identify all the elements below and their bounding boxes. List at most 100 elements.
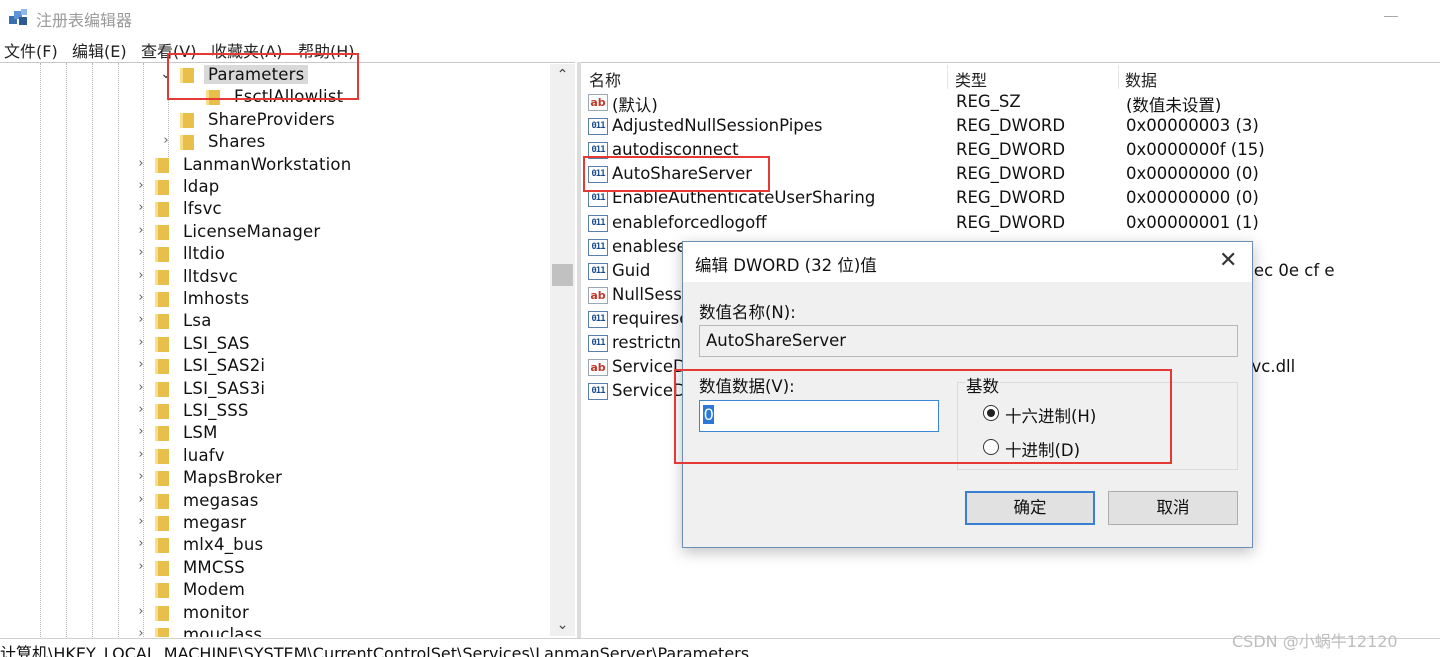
menu-edit[interactable]: 编辑(E) [72, 38, 127, 62]
scroll-down-icon[interactable]: ⌄ [550, 614, 575, 636]
tree-item[interactable]: › MMCSS [0, 558, 545, 580]
tree-item[interactable]: › mlx4_bus [0, 535, 545, 557]
tree-item-label: luafv [183, 445, 225, 465]
tree-item[interactable]: › lltdio [0, 244, 545, 266]
tree-item-label: MapsBroker [183, 468, 283, 488]
chevron-right-icon[interactable]: › [135, 290, 147, 305]
tree-item-label: megasas [183, 490, 259, 510]
value-name: requirese [612, 308, 690, 328]
tree-item[interactable]: › luafv [0, 446, 545, 468]
cancel-button[interactable]: 取消 [1108, 491, 1238, 525]
chevron-right-icon[interactable]: › [135, 514, 147, 529]
string-value-icon: ab [588, 286, 608, 304]
value-row[interactable]: 011 AdjustedNullSessionPipes REG_DWORD 0x00… [581, 116, 1440, 140]
status-bar: 计算机\HKEY_LOCAL_MACHINE\SYSTEM\CurrentCon… [0, 638, 1440, 657]
tree-item[interactable]: › LSI_SAS [0, 334, 545, 356]
tree-item[interactable]: › LSI_SAS2i [0, 356, 545, 378]
annotation-box-value-data [674, 369, 1172, 464]
tree-item[interactable]: › monitor [0, 603, 545, 625]
tree-item[interactable]: › megasr [0, 513, 545, 535]
chevron-right-icon[interactable]: › [135, 380, 147, 395]
folder-icon [155, 538, 169, 554]
tree-item-label: lmhosts [183, 289, 250, 308]
chevron-right-icon[interactable]: › [135, 223, 147, 238]
chevron-right-icon[interactable]: › [135, 178, 147, 193]
dialog-title: 编辑 DWORD (32 位)值 [695, 256, 877, 275]
tree-item[interactable]: › LSM [0, 423, 545, 445]
tree-item[interactable]: › MapsBroker [0, 468, 545, 490]
value-name: enableforcedlogoff [612, 212, 767, 232]
tree-item[interactable]: › mouclass [0, 625, 545, 637]
chevron-right-icon[interactable]: › [135, 357, 147, 372]
close-icon[interactable]: ✕ [1219, 248, 1237, 274]
column-header-name[interactable]: 名称 [589, 67, 621, 91]
value-row[interactable]: 011 enableforcedlogoff REG_DWORD 0x00000001… [581, 213, 1440, 237]
chevron-right-icon[interactable]: › [135, 492, 147, 507]
tree-item-label: mouclass [183, 625, 263, 637]
folder-icon [155, 292, 169, 307]
column-header-data[interactable]: 数据 [1125, 67, 1157, 91]
tree-scrollbar[interactable]: ⌃ ⌄ [550, 64, 575, 636]
chevron-right-icon[interactable]: › [135, 469, 147, 484]
value-row[interactable]: ab (默认) REG_SZ (数值未设置) [581, 92, 1440, 116]
tree-item[interactable]: › LSI_SAS3i [0, 379, 545, 401]
registry-tree[interactable]: ⌄ Parameters FsctlAllowlist ShareProviders ›… [0, 62, 575, 637]
value-name: Guid [612, 260, 651, 280]
tree-item[interactable]: ShareProviders [0, 110, 545, 132]
menu-file[interactable]: 文件(F) [4, 38, 58, 62]
scroll-thumb[interactable] [552, 264, 573, 286]
dialog-title-bar: 编辑 DWORD (32 位)值 ✕ [683, 242, 1252, 282]
tree-item[interactable]: › LanmanWorkstation [0, 155, 545, 177]
value-data: 0x00000003 (3) [1126, 116, 1259, 136]
value-type: REG_DWORD [956, 140, 1066, 160]
value-name: enablese [612, 236, 687, 256]
tree-item[interactable]: › lmhosts [0, 289, 545, 311]
binary-value-icon: 011 [588, 383, 608, 401]
chevron-right-icon[interactable]: › [135, 626, 147, 637]
tree-item[interactable]: › Lsa [0, 311, 545, 333]
folder-icon [155, 628, 169, 637]
tree-item[interactable]: › lfsvc [0, 199, 545, 221]
folder-icon [155, 336, 169, 352]
title-bar: 注册表编辑器 [0, 0, 1440, 36]
binary-value-icon: 011 [588, 262, 608, 280]
chevron-right-icon[interactable]: › [135, 312, 147, 327]
minimize-button[interactable] [1384, 16, 1398, 17]
tree-item[interactable]: › LicenseManager [0, 222, 545, 244]
tree-item[interactable]: › lltdsvc [0, 267, 545, 289]
tree-item-label: LicenseManager [183, 221, 321, 241]
tree-item[interactable]: › megasas [0, 491, 545, 513]
value-data: (数值未设置) [1126, 96, 1222, 115]
regedit-app-icon [9, 9, 27, 25]
string-value-icon: ab [588, 94, 608, 111]
chevron-right-icon[interactable]: › [135, 447, 147, 462]
chevron-right-icon[interactable]: › [135, 536, 147, 551]
scroll-up-icon[interactable]: ⌃ [550, 64, 575, 86]
value-data: 0x00000000 (0) [1126, 164, 1259, 184]
chevron-right-icon[interactable]: › [160, 133, 172, 148]
chevron-right-icon[interactable]: › [135, 156, 147, 171]
folder-icon [155, 314, 169, 330]
tree-item[interactable]: › ldap [0, 177, 545, 199]
chevron-right-icon[interactable]: › [135, 245, 147, 260]
tree-item[interactable]: › LSI_SSS [0, 401, 545, 423]
chevron-right-icon[interactable]: › [135, 200, 147, 215]
binary-value-icon: 011 [588, 335, 608, 352]
chevron-right-icon[interactable]: › [135, 402, 147, 417]
tree-item-label: ShareProviders [208, 109, 335, 129]
tree-item[interactable]: › Shares [0, 132, 545, 154]
folder-icon [155, 381, 169, 397]
ok-button[interactable]: 确定 [965, 491, 1095, 525]
chevron-right-icon[interactable]: › [135, 604, 147, 619]
tree-item-label: LSI_SAS [183, 333, 250, 353]
value-type: REG_DWORD [956, 212, 1066, 232]
tree-item[interactable]: Modem [0, 580, 545, 602]
chevron-right-icon[interactable]: › [135, 424, 147, 439]
chevron-right-icon[interactable]: › [135, 335, 147, 350]
tree-item-label: Lsa [183, 311, 212, 331]
chevron-right-icon[interactable]: › [135, 559, 147, 574]
column-header-type[interactable]: 类型 [955, 67, 987, 91]
chevron-right-icon[interactable]: › [135, 268, 147, 283]
value-name-label: 数值名称(N): [699, 303, 796, 322]
tree-item-label: Modem [183, 580, 246, 600]
